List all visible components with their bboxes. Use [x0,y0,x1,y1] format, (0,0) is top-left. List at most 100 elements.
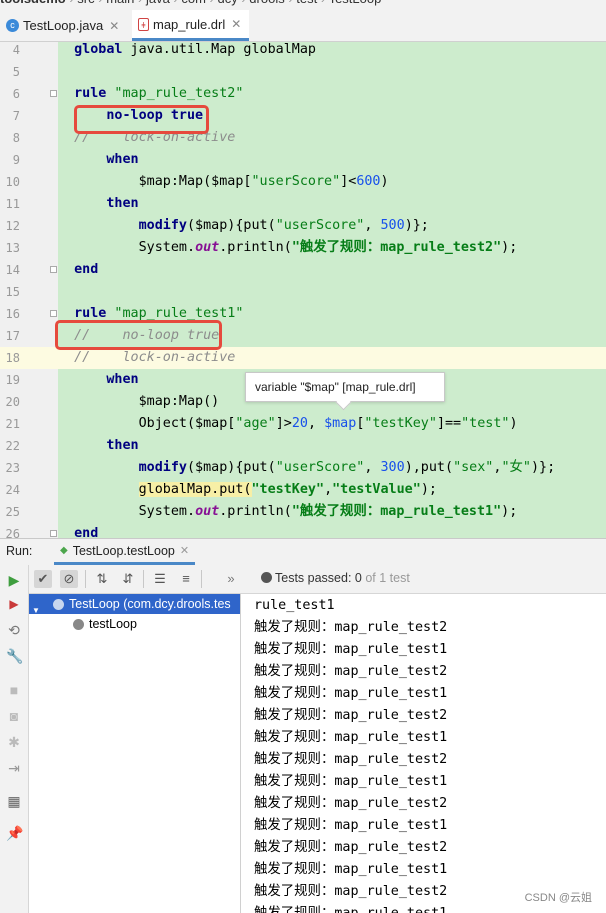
java-file-icon: c [6,19,19,32]
code-line[interactable]: 24 globalMap.put("testKey","testValue"); [0,479,606,501]
test-tree: ▼ TestLoop (com.dcy.drools.tes testLoop [29,594,241,913]
run-tool-header: Run: ◆ TestLoop.testLoop ✕ [0,538,606,566]
code-token: "test" [461,416,510,431]
passed-count: 0 [354,571,362,585]
code-editor[interactable]: 4 global java.util.Map globalMap 5 6 rule… [0,42,606,538]
breadcrumb-item[interactable]: src [77,0,94,6]
code-line[interactable]: 11 then [0,193,606,215]
console-line: 触发了规则：map_rule_test1 [254,774,448,789]
fold-marker-icon[interactable] [50,266,57,273]
wrench-icon[interactable]: 🔧 [6,648,23,664]
code-line[interactable]: 5 [0,61,606,83]
sort-duration-icon[interactable]: ⇵ [119,570,137,588]
fold-marker-icon[interactable] [50,90,57,97]
breadcrumb-item[interactable]: test [296,0,317,6]
collapse-all-icon[interactable]: ≡ [177,570,195,588]
bug-icon[interactable]: ✱ [6,734,22,750]
console-line: 触发了规则：map_rule_test1 [254,730,448,745]
breadcrumb-item[interactable]: java [146,0,170,6]
show-passed-icon[interactable]: ✔ [34,570,52,588]
expand-all-icon[interactable]: ☰ [151,570,169,588]
code-token: global [74,42,123,57]
run-label: Run: [6,544,33,558]
tab-map-rule-drl[interactable]: ǂ map_rule.drl ✕ [132,10,250,41]
breadcrumb-item[interactable]: com [181,0,206,6]
code-line[interactable]: 6 rule "map_rule_test2" [0,83,606,105]
tab-label: map_rule.drl [153,16,226,32]
code-line[interactable]: 21 Object($map["age"]>20, $map["testKey"… [0,413,606,435]
code-line[interactable]: 9 when [0,149,606,171]
console-line: rule_test1 [254,598,335,613]
breadcrumb-item[interactable]: dcy [218,0,238,6]
close-icon[interactable]: ✕ [109,19,119,33]
breadcrumb-item[interactable]: toolsdemo [0,0,66,6]
breadcrumb-item[interactable]: drools [249,0,284,6]
code-line[interactable]: 13 System.out.println("触发了规则：map_rule_te… [0,237,606,259]
code-text: end [58,259,606,281]
line-number: 18 [5,351,20,365]
test-tree-row-class[interactable]: ▼ TestLoop (com.dcy.drools.tes [29,594,240,615]
code-line[interactable]: 10 $map:Map($map["userScore"]<600) [0,171,606,193]
code-token: rule [74,86,107,101]
code-line[interactable]: 4 global java.util.Map globalMap [0,42,606,61]
rerun-failed-icon[interactable]: ▶ [6,596,22,612]
test-status: Tests passed: 0 of 1 test [261,571,410,585]
code-line[interactable]: 23 modify($map){put("userScore", 300),pu… [0,457,606,479]
camera-icon[interactable]: ◙ [6,708,22,724]
code-line[interactable]: 15 [0,281,606,303]
code-token: )}; [530,460,556,475]
code-token: ($map){put( [187,460,276,475]
more-actions-icon[interactable]: » [222,570,240,588]
layout-icon[interactable]: ▦ [6,793,22,809]
code-line[interactable]: 18 // lock-on-active [0,347,606,369]
code-line[interactable]: 22 then [0,435,606,457]
code-token: end [74,526,99,538]
test-tree-row-method[interactable]: testLoop [29,614,240,634]
tab-testloop-java[interactable]: c TestLoop.java ✕ [6,10,119,41]
stop-icon[interactable]: ■ [6,682,22,698]
code-line[interactable]: 14 end [0,259,606,281]
drl-file-icon: ǂ [138,17,149,31]
close-icon[interactable]: ✕ [180,544,189,557]
code-line[interactable]: 12 modify($map){put("userScore", 500)}; [0,215,606,237]
fold-marker-icon[interactable] [50,530,57,537]
code-line[interactable]: 26 end [0,523,606,538]
run-tab[interactable]: ◆ TestLoop.testLoop ✕ [54,539,196,565]
code-token: 300 [380,460,405,475]
sort-alpha-icon[interactable]: ⇅ [93,570,111,588]
code-token: rule [74,306,107,321]
run-icon[interactable]: ▶ [6,572,22,588]
line-number: 25 [5,505,20,519]
close-icon[interactable]: ✕ [231,17,241,31]
pin-icon[interactable]: 📌 [6,825,23,841]
code-token: Object($map[ [74,416,236,431]
toggle-auto-test-icon[interactable]: ⟲ [6,622,22,638]
code-token: ); [501,504,518,519]
code-text: globalMap.put("testKey","testValue"); [58,479,606,501]
breadcrumb-separator: › [238,0,250,6]
code-token: "userScore" [275,218,365,233]
breadcrumb-path[interactable]: toolsdemo › src › main › java › com › dc… [0,0,381,6]
test-tree-label: testLoop [89,617,137,631]
line-number: 11 [5,197,20,211]
line-number: 4 [12,43,20,57]
code-text: Object($map["age"]>20, $map["testKey"]==… [58,413,606,435]
line-number: 21 [5,417,20,431]
code-token: .println( [219,504,292,519]
code-token: ); [420,482,437,497]
tab-label: TestLoop.java [23,18,104,33]
show-ignored-icon[interactable]: ⊘ [60,570,78,588]
breadcrumb-item[interactable]: TestLoop [329,0,382,6]
run-config-icon: ◆ [60,545,68,556]
code-text: // lock-on-active [58,347,606,369]
test-status-icon [53,599,64,610]
code-token: System. [74,240,196,255]
exit-icon[interactable]: ⇥ [6,760,22,776]
fold-marker-icon[interactable] [50,310,57,317]
breadcrumb-item[interactable]: main [106,0,134,6]
code-line[interactable]: 25 System.out.println("触发了规则：map_rule_te… [0,501,606,523]
test-tree-label: TestLoop (com.dcy.drools.tes [69,597,231,611]
code-token: $map:Map() [74,394,220,409]
console-output[interactable]: rule_test1 触发了规则：map_rule_test2 触发了规则：map_… [241,594,606,913]
code-token: ) [509,416,518,431]
